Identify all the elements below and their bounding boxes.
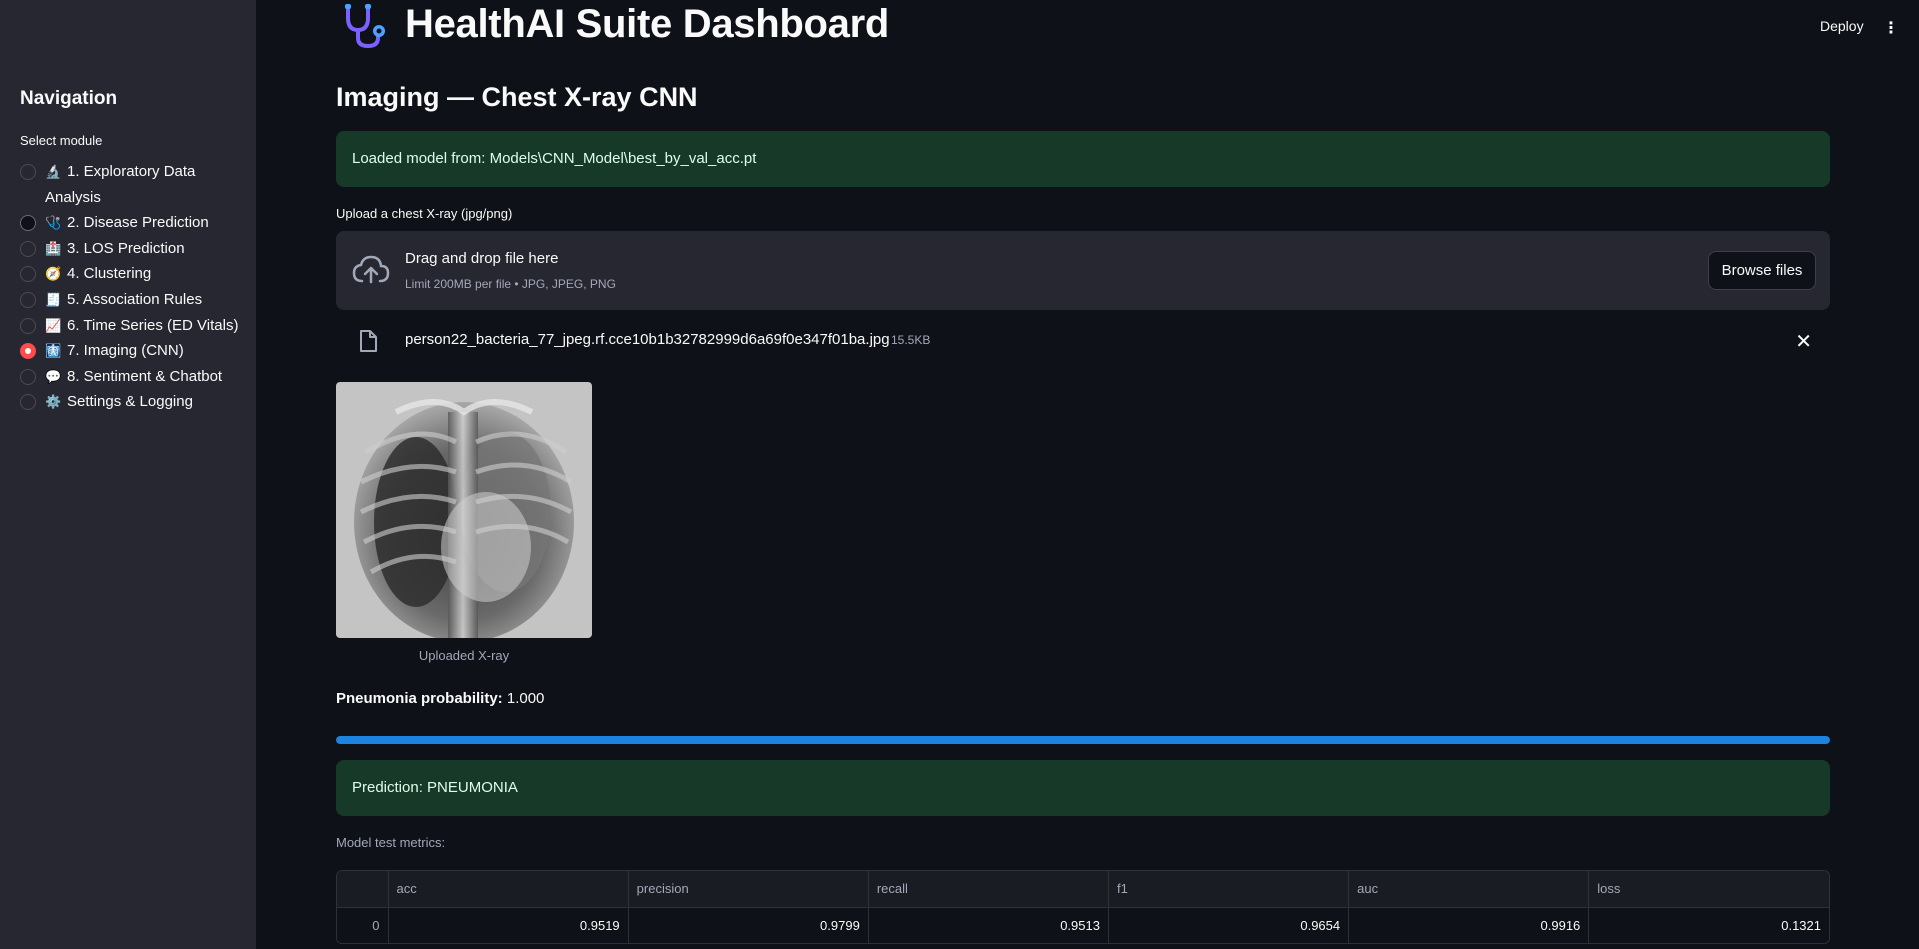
dropzone-title: Drag and drop file here — [405, 250, 559, 267]
pneumonia-probability: Pneumonia probability: 1.000 — [336, 690, 544, 707]
module-emoji-icon: 🩺 — [45, 215, 62, 231]
module-emoji-icon: 📈 — [45, 317, 62, 333]
uploaded-file-name: person22_bacteria_77_jpeg.rf.cce10b1b327… — [405, 331, 890, 348]
metrics-label: Model test metrics: — [336, 835, 446, 850]
uploaded-file-row: person22_bacteria_77_jpeg.rf.cce10b1b327… — [336, 325, 1830, 357]
module-option-label: 🩻 7. Imaging (CNN) — [45, 338, 245, 364]
uploaded-file-size: 15.5KB — [891, 333, 931, 347]
app-title: HealthAI Suite Dashboard — [405, 2, 889, 46]
column-header[interactable]: auc — [1348, 871, 1590, 908]
probability-label: Pneumonia probability: — [336, 690, 503, 707]
module-option[interactable]: ⚙️ Settings & Logging — [20, 389, 248, 415]
table-cell[interactable]: 0.9519 — [388, 907, 629, 943]
radio-button[interactable] — [20, 215, 36, 232]
module-emoji-icon: ⚙️ — [45, 394, 62, 410]
module-option[interactable]: 🧾 5. Association Rules — [20, 287, 248, 313]
module-emoji-icon: 🩻 — [45, 343, 62, 359]
file-icon — [360, 330, 377, 352]
module-option[interactable]: 📈 6. Time Series (ED Vitals) — [20, 313, 248, 339]
module-option-label: 🔬 1. Exploratory Data Analysis — [45, 159, 245, 210]
sidebar-title: Navigation — [20, 88, 118, 109]
cloud-upload-icon — [352, 255, 390, 284]
column-header[interactable]: loss — [1588, 871, 1829, 908]
module-emoji-icon: 🧾 — [45, 291, 62, 307]
column-header[interactable] — [337, 871, 389, 908]
module-option-text: 3. LOS Prediction — [67, 239, 185, 257]
file-dropzone[interactable]: Drag and drop file here Limit 200MB per … — [336, 231, 1830, 310]
metrics-table[interactable]: acc precision recall f1 auc loss 0 0.9519 0.979… — [336, 870, 1830, 944]
radio-button[interactable] — [20, 240, 36, 257]
module-option[interactable]: 🧭 4. Clustering — [20, 261, 248, 287]
radio-button[interactable] — [20, 266, 36, 283]
module-option[interactable]: 🩺 2. Disease Prediction — [20, 210, 248, 236]
module-option-text: 7. Imaging (CNN) — [67, 342, 184, 360]
table-cell[interactable]: 0.9654 — [1108, 907, 1350, 943]
module-emoji-icon: 💬 — [45, 368, 62, 384]
kebab-menu-icon[interactable]: ⋮ — [1883, 18, 1899, 38]
deploy-button[interactable]: Deploy — [1820, 18, 1864, 34]
module-option-text: 5. Association Rules — [67, 290, 203, 308]
uploaded-xray-image — [336, 382, 592, 638]
module-option-label: 🩺 2. Disease Prediction — [45, 210, 245, 236]
module-option-text: Settings & Logging — [67, 393, 193, 411]
progress-fill — [336, 736, 1830, 744]
sidebar: Navigation Select module 🔬 1. Exploratory… — [0, 0, 256, 949]
column-header[interactable]: f1 — [1108, 871, 1350, 908]
radio-button[interactable] — [20, 394, 36, 411]
model-loaded-alert: Loaded model from: Models\CNN_Model\best… — [336, 131, 1830, 187]
table-row: 0 0.9519 0.9799 0.9513 0.9654 0.9916 0.1321 — [337, 907, 1829, 943]
column-header[interactable]: precision — [628, 871, 869, 908]
module-option-label: 💬 8. Sentiment & Chatbot — [45, 364, 245, 390]
table-header-row: acc precision recall f1 auc loss — [337, 871, 1829, 908]
module-radio-group: 🔬 1. Exploratory Data Analysis 🩺 2. Disease… — [20, 159, 248, 415]
radio-button[interactable] — [20, 317, 36, 334]
table-cell[interactable]: 0.9799 — [628, 907, 869, 943]
radio-button[interactable] — [20, 368, 36, 385]
browse-files-button[interactable]: Browse files — [1708, 251, 1816, 290]
dropzone-limit: Limit 200MB per file • JPG, JPEG, PNG — [405, 277, 616, 291]
table-cell[interactable]: 0.1321 — [1588, 907, 1829, 943]
module-option-text: 8. Sentiment & Chatbot — [67, 367, 223, 385]
module-option[interactable]: 🏥 3. LOS Prediction — [20, 236, 248, 262]
radio-button[interactable] — [20, 291, 36, 308]
column-header[interactable]: recall — [868, 871, 1109, 908]
column-header[interactable]: acc — [388, 871, 629, 908]
image-caption: Uploaded X-ray — [418, 648, 510, 663]
stethoscope-icon — [345, 4, 385, 49]
table-cell[interactable]: 0.9916 — [1348, 907, 1590, 943]
module-emoji-icon: 🔬 — [45, 164, 62, 179]
prediction-alert: Prediction: PNEUMONIA — [336, 760, 1830, 816]
table-cell[interactable]: 0.9513 — [868, 907, 1109, 943]
module-option-text: 2. Disease Prediction — [67, 214, 209, 232]
module-option[interactable]: 🩻 7. Imaging (CNN) — [20, 338, 248, 364]
page-title: Imaging — Chest X-ray CNN — [336, 82, 698, 112]
module-option-text: 4. Clustering — [67, 265, 152, 283]
module-option-label: 🏥 3. LOS Prediction — [45, 236, 245, 262]
radio-button[interactable] — [20, 343, 36, 360]
module-emoji-icon: 🧭 — [45, 266, 62, 282]
module-option-label: ⚙️ Settings & Logging — [45, 389, 245, 415]
module-option-text: 6. Time Series (ED Vitals) — [67, 316, 239, 334]
probability-progress-bar — [336, 736, 1830, 744]
module-option-label: 🧾 5. Association Rules — [45, 287, 245, 313]
module-option-text: 1. Exploratory Data Analysis — [45, 163, 196, 206]
row-index[interactable]: 0 — [337, 907, 389, 943]
probability-value: 1.000 — [506, 690, 545, 707]
module-option[interactable]: 🔬 1. Exploratory Data Analysis — [20, 159, 248, 210]
module-option-label: 🧭 4. Clustering — [45, 261, 245, 287]
module-emoji-icon: 🏥 — [45, 240, 62, 256]
remove-file-icon[interactable]: ✕ — [1795, 329, 1812, 354]
radio-button[interactable] — [20, 164, 36, 180]
module-option[interactable]: 💬 8. Sentiment & Chatbot — [20, 364, 248, 390]
module-option-label: 📈 6. Time Series (ED Vitals) — [45, 313, 245, 339]
module-select-label: Select module — [20, 133, 103, 148]
upload-label: Upload a chest X-ray (jpg/png) — [336, 206, 513, 221]
